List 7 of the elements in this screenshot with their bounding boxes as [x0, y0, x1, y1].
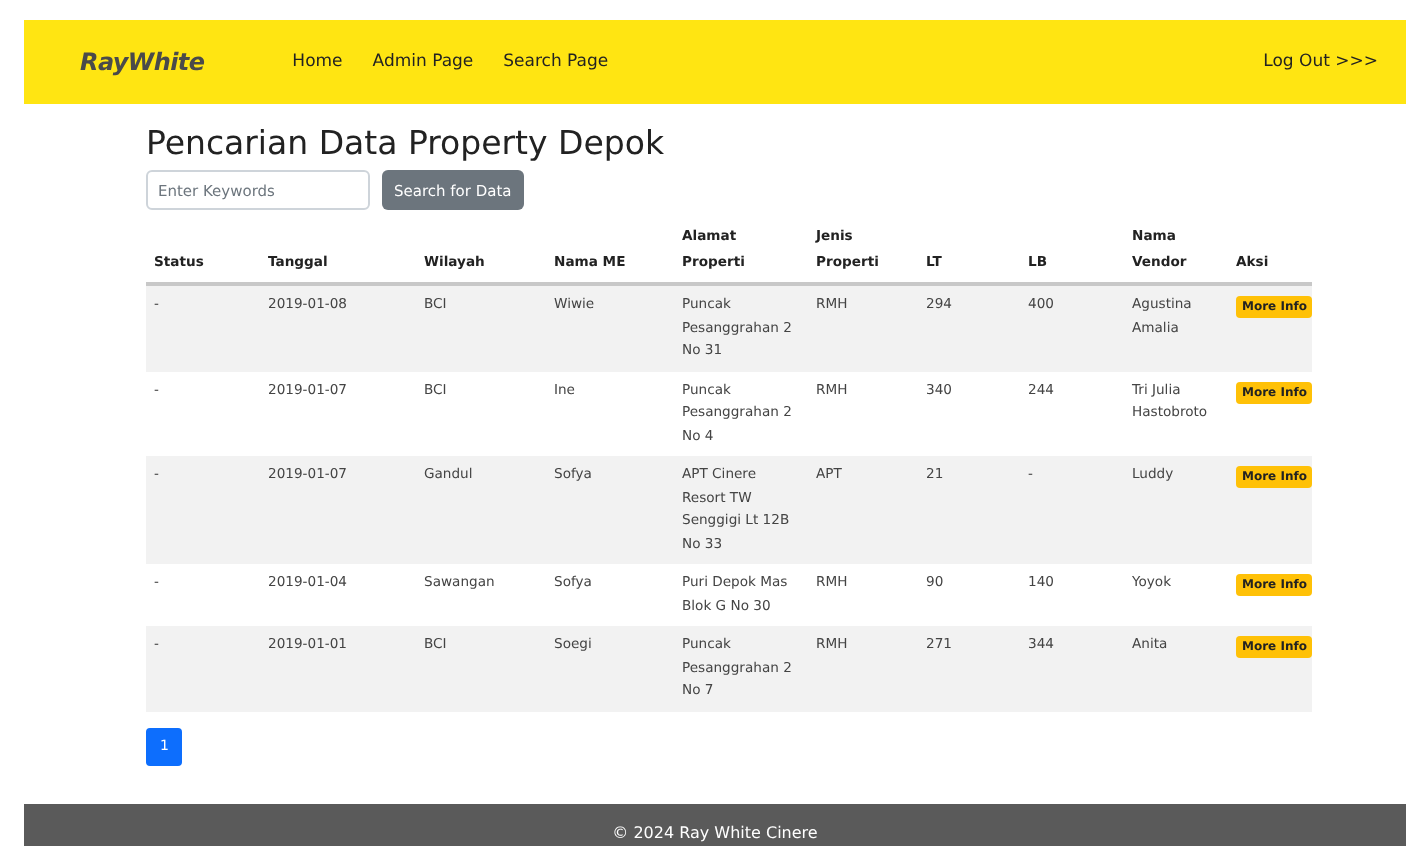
nav-link[interactable]: Home	[292, 52, 343, 72]
nav-link[interactable]: Admin Page	[372, 52, 474, 72]
footer-text: © 2024 Ray White Cinere	[612, 824, 818, 846]
nav-link[interactable]: Search Page	[503, 52, 609, 72]
brand-logo[interactable]: RayWhite	[80, 48, 205, 76]
logout-link[interactable]: Log Out >>>	[1263, 52, 1378, 72]
page-title: Pencarian Data Property Depok	[146, 124, 667, 162]
